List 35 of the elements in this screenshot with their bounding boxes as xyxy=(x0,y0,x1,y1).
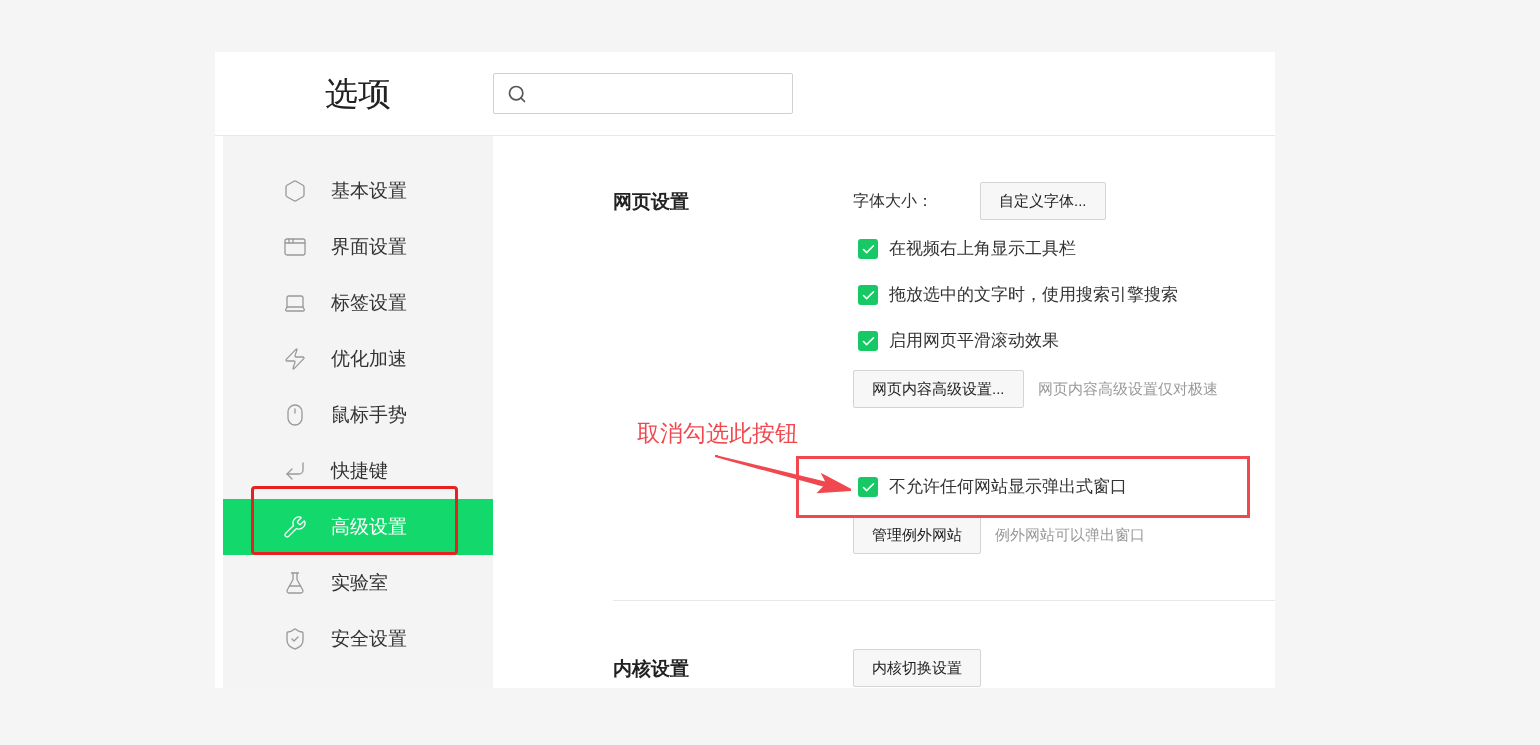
search-field[interactable] xyxy=(493,73,793,114)
section-title: 内核设置 xyxy=(613,658,689,679)
search-icon xyxy=(507,83,527,104)
hexagon-icon xyxy=(283,179,307,203)
shield-check-icon xyxy=(283,627,307,651)
sidebar-item[interactable]: 基本设置 xyxy=(223,163,493,219)
checkbox[interactable] xyxy=(858,239,878,259)
checkbox[interactable] xyxy=(858,285,878,305)
lightning-icon xyxy=(283,347,307,371)
window-icon xyxy=(283,235,307,259)
sidebar-item[interactable]: 优化加速 xyxy=(223,331,493,387)
sidebar-item[interactable]: 安全设置 xyxy=(223,611,493,667)
window-title: 选项 xyxy=(325,73,392,114)
section-title: 网页设置 xyxy=(613,191,689,212)
checkbox[interactable] xyxy=(858,331,878,351)
wrench-icon xyxy=(283,515,307,539)
hint-text: 网页内容高级设置仅对极速 xyxy=(1037,378,1218,399)
sidebar-item[interactable]: 标签设置 xyxy=(223,275,493,331)
annotation-text: 取消勾选此按钮 xyxy=(637,419,798,448)
sidebar-item[interactable]: 实验室 xyxy=(223,555,493,611)
checkbox-label: 在视频右上角显示工具栏 xyxy=(889,238,1076,261)
checkbox-label: 启用网页平滑滚动效果 xyxy=(889,330,1059,353)
hint-text: 例外网站可以弹出窗口 xyxy=(995,524,1145,545)
checkbox-label: 不允许任何网站显示弹出式窗口 xyxy=(889,476,1127,499)
flask-icon xyxy=(283,571,307,595)
sidebar-item[interactable]: 鼠标手势 xyxy=(223,387,493,443)
settings-button[interactable]: 自定义字体... xyxy=(980,182,1106,220)
sidebar-item[interactable]: 界面设置 xyxy=(223,219,493,275)
settings-button[interactable]: 内核切换设置 xyxy=(853,649,981,687)
sidebar-item[interactable]: 快捷键 xyxy=(223,443,493,499)
settings-button[interactable]: 网页内容高级设置... xyxy=(853,370,1024,408)
checkbox[interactable] xyxy=(858,477,878,497)
checkbox-label: 拖放选中的文字时，使用搜索引擎搜索 xyxy=(889,284,1178,307)
field-label: 字体大小： xyxy=(853,191,934,211)
settings-button[interactable]: 管理例外网站 xyxy=(853,516,981,554)
